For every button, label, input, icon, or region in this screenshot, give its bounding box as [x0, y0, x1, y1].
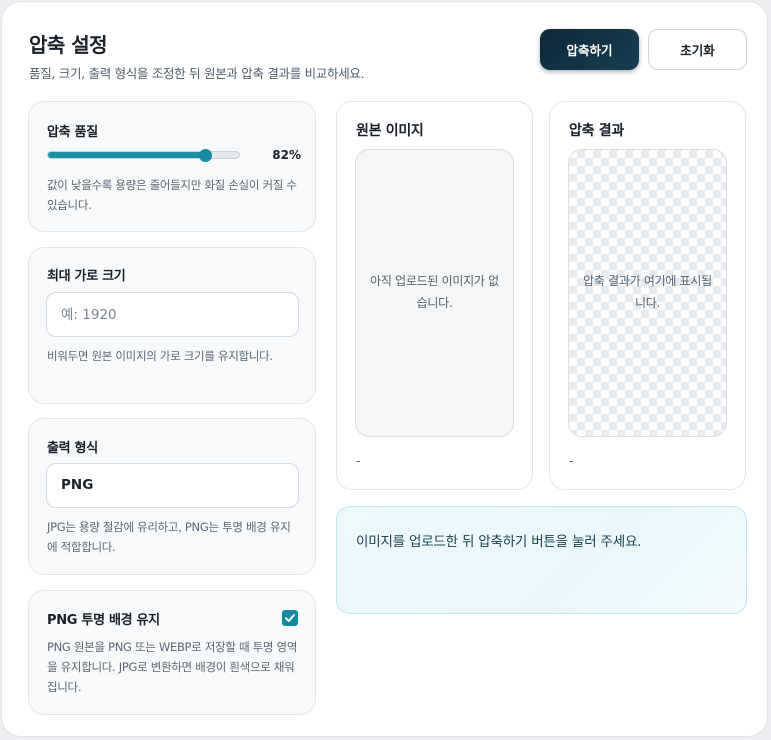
quality-slider-fill [48, 152, 205, 158]
page-title: 압축 설정 [29, 33, 108, 57]
format-helper-text: JPG는 용량 절감에 유리하고, PNG는 투명 배경 유지에 적합합니다. [47, 520, 291, 554]
quality-helper-text: 값이 낮을수록 용량은 줄어들지만 화질 손실이 커질 수 있습니다. [47, 178, 297, 212]
format-label: 출력 형식 [47, 441, 98, 456]
max-width-input[interactable] [46, 292, 299, 337]
transparency-checkbox[interactable] [282, 610, 298, 626]
quality-card: 압축 품질 82% 값이 낮을수록 용량은 줄어들지만 화질 손실이 커질 수 … [28, 101, 316, 232]
original-image-preview[interactable]: 아직 업로드된 이미지가 없습니다. [355, 149, 514, 437]
compression-settings-panel: 압축 설정 품질, 크기, 출력 형식을 조정한 뒤 원본과 압축 결과를 비교… [1, 1, 768, 737]
original-image-meta: - [356, 454, 361, 468]
checkmark-icon [285, 614, 295, 622]
format-select[interactable]: PNG [46, 463, 299, 508]
page-subtitle: 품질, 크기, 출력 형식을 조정한 뒤 원본과 압축 결과를 비교하세요. [29, 66, 365, 81]
quality-value: 82% [272, 148, 301, 162]
result-image-meta: - [569, 454, 574, 468]
compress-button[interactable]: 압축하기 [540, 29, 639, 70]
transparency-card: PNG 투명 배경 유지 PNG 원본을 PNG 또는 WEBP로 저장할 때 … [28, 590, 316, 715]
max-width-helper-text: 비워두면 원본 이미지의 가로 크기를 유지합니다. [47, 349, 273, 363]
original-image-card: 원본 이미지 아직 업로드된 이미지가 없습니다. - [336, 101, 533, 490]
result-image-placeholder: 압축 결과가 여기에 표시됩니다. [583, 274, 712, 310]
max-width-label: 최대 가로 크기 [47, 269, 126, 284]
transparency-helper-text: PNG 원본을 PNG 또는 WEBP로 저장할 때 투명 영역을 유지합니다.… [47, 640, 298, 694]
quality-slider-thumb[interactable] [199, 149, 213, 162]
original-image-title: 원본 이미지 [356, 123, 424, 139]
result-image-title: 압축 결과 [569, 123, 624, 139]
max-width-card: 최대 가로 크기 비워두면 원본 이미지의 가로 크기를 유지합니다. [28, 247, 316, 404]
result-image-preview: 압축 결과가 여기에 표시됩니다. [568, 149, 727, 437]
status-message-box: 이미지를 업로드한 뒤 압축하기 버튼을 눌러 주세요. [336, 506, 747, 614]
status-message: 이미지를 업로드한 뒤 압축하기 버튼을 눌러 주세요. [356, 534, 642, 550]
format-card: 출력 형식 PNG JPG는 용량 절감에 유리하고, PNG는 투명 배경 유… [28, 418, 316, 575]
transparency-label: PNG 투명 배경 유지 [47, 613, 160, 628]
original-image-placeholder: 아직 업로드된 이미지가 없습니다. [370, 274, 499, 310]
reset-button[interactable]: 초기화 [648, 29, 747, 70]
result-image-card: 압축 결과 압축 결과가 여기에 표시됩니다. - [549, 101, 746, 490]
quality-label: 압축 품질 [47, 125, 98, 140]
